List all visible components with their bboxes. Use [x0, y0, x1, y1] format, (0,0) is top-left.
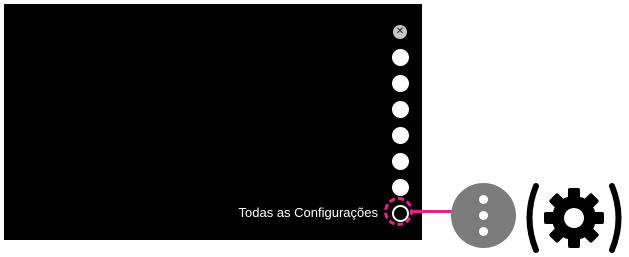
gear-icon	[520, 180, 628, 256]
menu-item-1[interactable]	[392, 49, 409, 66]
highlight-ring	[384, 197, 413, 226]
more-vertical-icon-dot-1	[479, 195, 488, 204]
more-vertical-icon-dot-3	[479, 227, 488, 236]
more-vertical-icon-dot-2	[479, 211, 488, 220]
menu-item-4[interactable]	[392, 127, 409, 144]
connector-line	[413, 210, 453, 213]
menu-item-6[interactable]	[392, 179, 409, 196]
menu-item-5[interactable]	[392, 153, 409, 170]
all-settings-label: Todas as Configurações	[238, 205, 378, 220]
remote-more-button[interactable]	[451, 183, 516, 248]
menu-item-3[interactable]	[392, 101, 409, 118]
menu-item-2[interactable]	[392, 75, 409, 92]
close-icon[interactable]: ✕	[393, 25, 407, 39]
